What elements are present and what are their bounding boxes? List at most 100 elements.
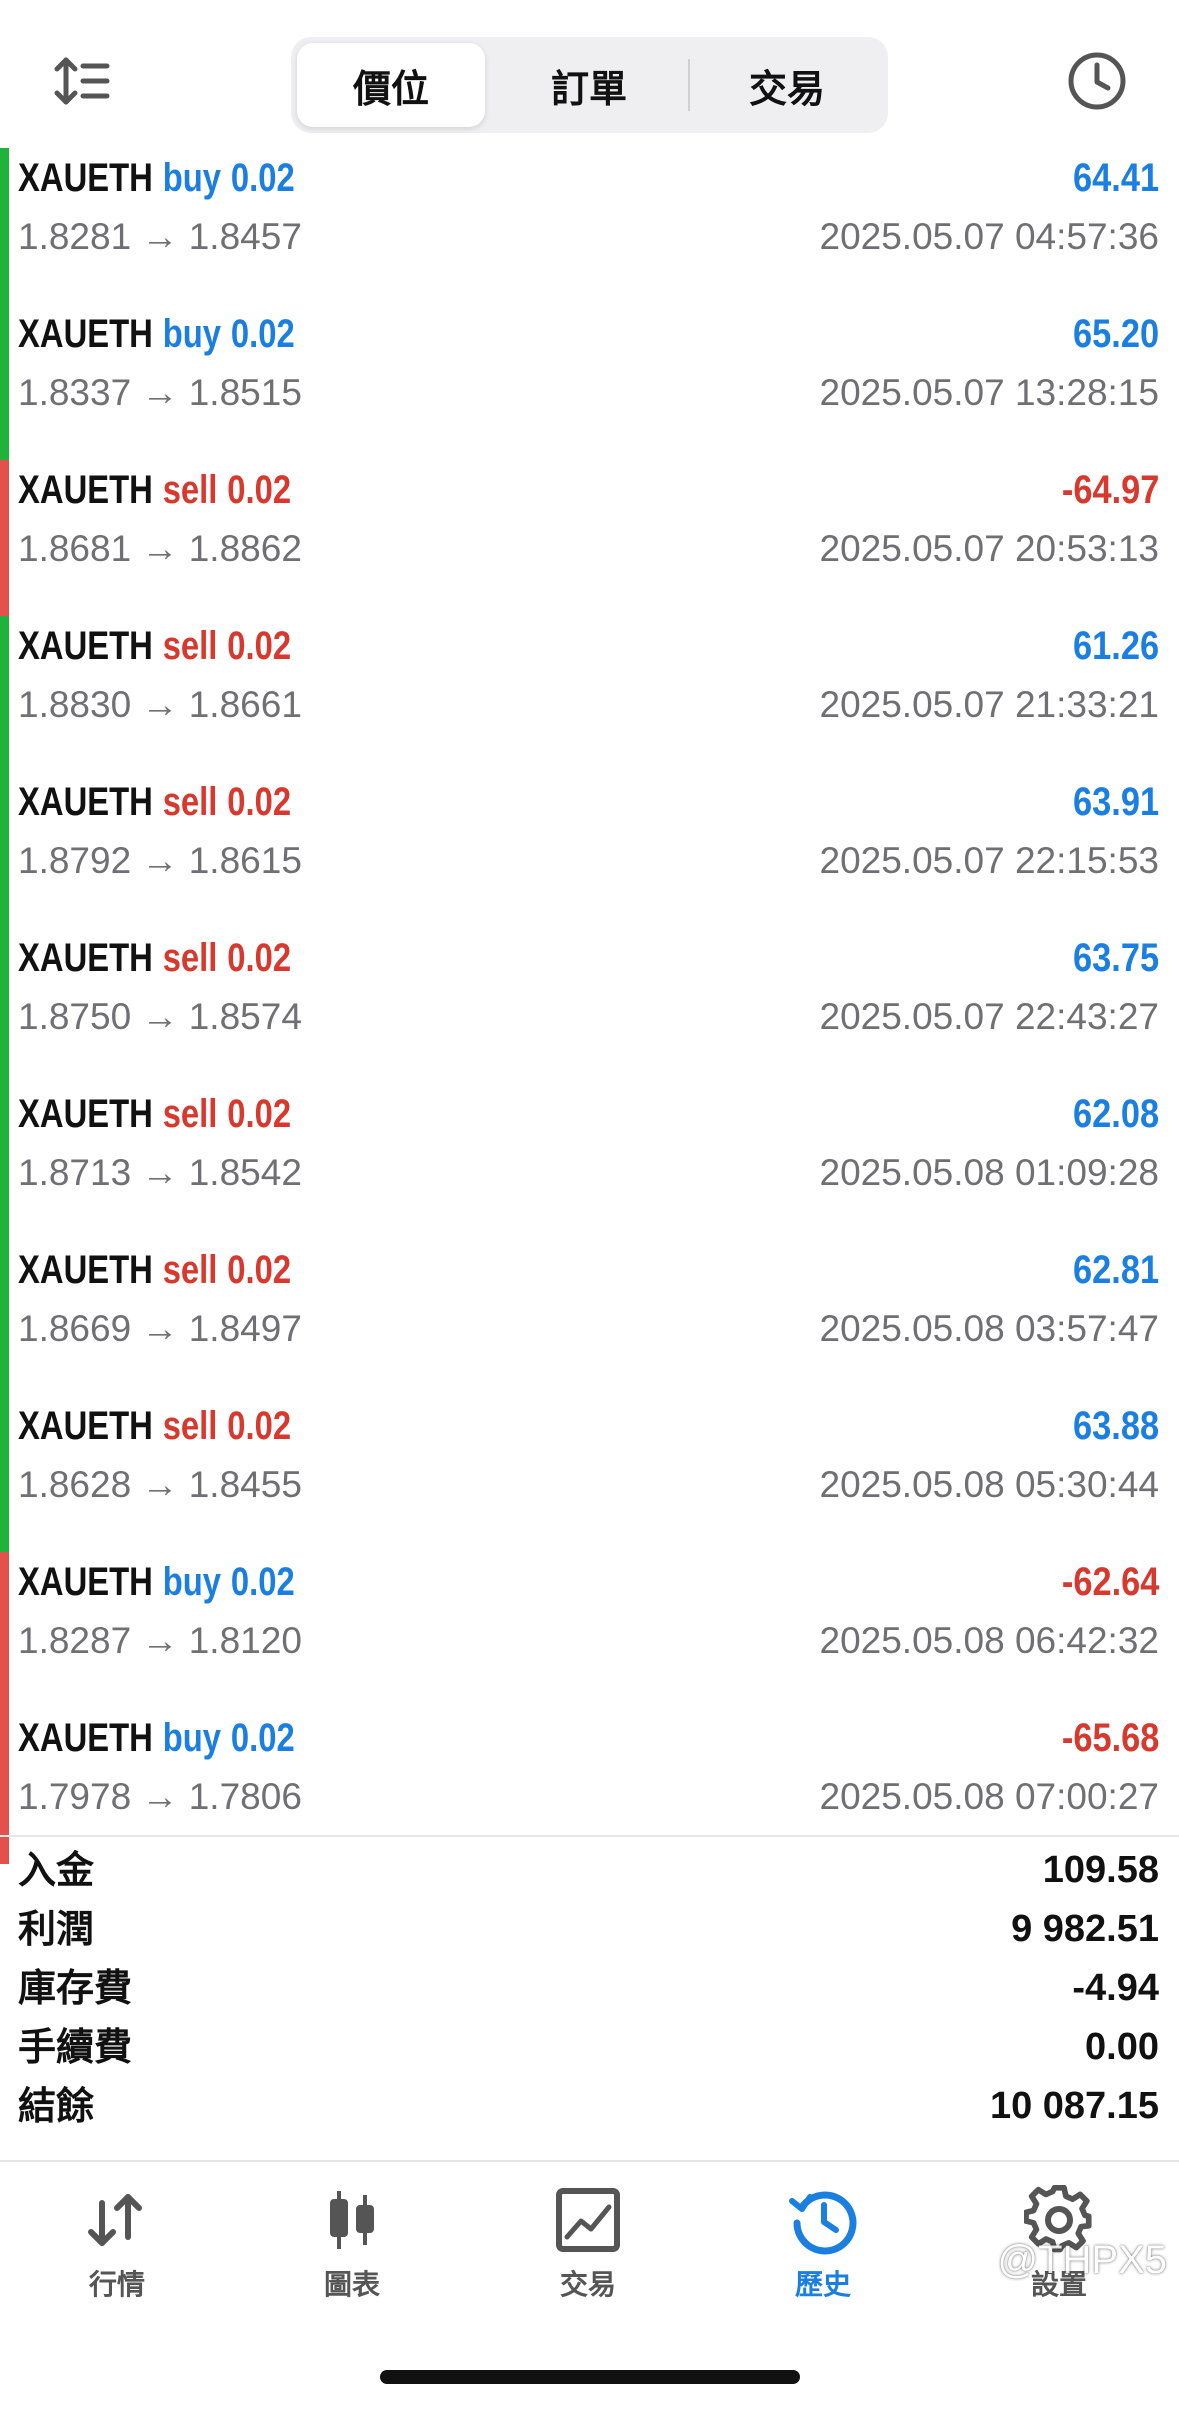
deal-row[interactable]: XAUETH sell 0.02 62.81 1.8669 → 1.8497 2025.0… xyxy=(0,1240,1179,1396)
tab-quotes[interactable]: 行情 xyxy=(37,2185,197,2305)
deal-prices: 1.8628 → 1.8455 xyxy=(18,1458,302,1512)
history-mode-segmented-control: 價位 訂單 交易 xyxy=(291,37,888,133)
summary-label: 結餘 xyxy=(18,2084,95,2128)
tab-positions[interactable]: 價位 xyxy=(297,43,485,127)
summary-label: 庫存費 xyxy=(18,1966,133,2010)
deal-type: sell xyxy=(162,468,218,512)
tab-label: 歷史 xyxy=(794,2268,851,2301)
deal-row[interactable]: XAUETH sell 0.02 -64.97 1.8681 → 1.8862 2025.… xyxy=(0,460,1179,616)
sort-button[interactable] xyxy=(52,52,112,112)
deal-title: XAUETH sell 0.02 xyxy=(18,928,291,988)
arrow-icon: → xyxy=(141,216,179,257)
arrow-icon: → xyxy=(141,1620,179,1661)
home-indicator xyxy=(380,2370,800,2384)
deal-title: XAUETH buy 0.02 xyxy=(18,148,295,208)
close-price: 1.8615 xyxy=(188,840,302,881)
arrow-icon: → xyxy=(141,840,179,881)
period-button[interactable] xyxy=(1066,50,1128,112)
account-summary: 入金 109.58 利潤 9 982.51 庫存費 -4.94 手續費 0.00… xyxy=(0,1841,1179,2136)
deal-time: 2025.05.08 06:42:32 xyxy=(819,1620,1160,1661)
deal-time: 2025.05.08 01:09:28 xyxy=(819,1152,1160,1193)
close-price: 1.8574 xyxy=(188,996,302,1037)
deal-profit: 62.08 xyxy=(1072,1092,1159,1136)
deal-title: XAUETH sell 0.02 xyxy=(18,772,291,832)
deal-row[interactable]: XAUETH sell 0.02 61.26 1.8830 → 1.8661 2025.0… xyxy=(0,616,1179,772)
deal-symbol: XAUETH xyxy=(18,156,153,200)
close-price: 1.8497 xyxy=(188,1308,302,1349)
deal-row[interactable]: XAUETH sell 0.02 63.91 1.8792 → 1.8615 2025.0… xyxy=(0,772,1179,928)
tab-deals[interactable]: 交易 xyxy=(693,43,881,127)
summary-label: 手續費 xyxy=(18,2025,133,2069)
deal-row[interactable]: XAUETH buy 0.02 65.20 1.8337 → 1.8515 2025.05… xyxy=(0,304,1179,460)
deal-symbol: XAUETH xyxy=(18,1560,153,1604)
deal-row[interactable]: XAUETH buy 0.02 64.41 1.8281 → 1.8457 2025.05… xyxy=(0,148,1179,304)
close-price: 1.8515 xyxy=(188,372,302,413)
deal-time: 2025.05.07 21:33:21 xyxy=(819,684,1160,725)
deal-volume: 0.02 xyxy=(227,624,292,668)
deal-row[interactable]: XAUETH sell 0.02 63.75 1.8750 → 1.8574 2025.0… xyxy=(0,928,1179,1084)
deal-row[interactable]: XAUETH sell 0.02 62.08 1.8713 → 1.8542 2025.0… xyxy=(0,1084,1179,1240)
result-indicator-bar xyxy=(0,928,9,1084)
deal-symbol: XAUETH xyxy=(18,1404,153,1448)
deal-type: sell xyxy=(162,936,218,980)
close-price: 1.8542 xyxy=(188,1152,302,1193)
deal-time: 2025.05.07 20:53:13 xyxy=(819,528,1160,569)
open-price: 1.8287 xyxy=(18,1620,132,1661)
deal-profit: 62.81 xyxy=(1072,1248,1159,1292)
deal-type: sell xyxy=(162,1092,218,1136)
deal-volume: 0.02 xyxy=(227,1404,292,1448)
deal-title: XAUETH buy 0.02 xyxy=(18,1708,295,1768)
arrow-icon: → xyxy=(141,1152,179,1193)
open-price: 1.8337 xyxy=(18,372,132,413)
deal-prices: 1.7978 → 1.7806 xyxy=(18,1770,302,1824)
result-indicator-bar xyxy=(0,148,9,304)
deal-profit: 64.41 xyxy=(1072,156,1159,200)
deal-volume: 0.02 xyxy=(227,780,292,824)
deal-prices: 1.8287 → 1.8120 xyxy=(18,1614,302,1668)
summary-row-deposit: 入金 109.58 xyxy=(0,1841,1179,1900)
deal-time: 2025.05.07 13:28:15 xyxy=(819,372,1160,413)
summary-label: 利潤 xyxy=(18,1907,95,1951)
deal-profit: -65.68 xyxy=(1061,1716,1159,1760)
deal-type: sell xyxy=(162,624,218,668)
deal-row[interactable]: XAUETH sell 0.02 63.88 1.8628 → 1.8455 2025.0… xyxy=(0,1396,1179,1552)
deal-volume: 0.02 xyxy=(230,156,295,200)
deal-type: buy xyxy=(162,1716,222,1760)
tab-orders[interactable]: 訂單 xyxy=(495,43,683,127)
deal-symbol: XAUETH xyxy=(18,624,153,668)
deal-volume: 0.02 xyxy=(230,312,295,356)
tab-chart[interactable]: 圖表 xyxy=(272,2185,432,2305)
clock-icon xyxy=(1068,52,1126,110)
top-toolbar: 價位 訂單 交易 xyxy=(0,0,1179,148)
close-price: 1.8661 xyxy=(188,684,302,725)
deal-symbol: XAUETH xyxy=(18,468,153,512)
watermark: @THPX5 xyxy=(997,2238,1167,2282)
deal-prices: 1.8337 → 1.8515 xyxy=(18,366,302,420)
result-indicator-bar xyxy=(0,304,9,460)
open-price: 1.8628 xyxy=(18,1464,132,1505)
deal-volume: 0.02 xyxy=(230,1716,295,1760)
result-indicator-bar xyxy=(0,772,9,928)
deal-type: sell xyxy=(162,1404,218,1448)
tab-trade[interactable]: 交易 xyxy=(508,2185,668,2305)
tabbar-divider xyxy=(0,2160,1179,2162)
tab-history[interactable]: 歷史 xyxy=(743,2185,903,2305)
deal-prices: 1.8669 → 1.8497 xyxy=(18,1302,302,1356)
deal-profit: 63.88 xyxy=(1072,1404,1159,1448)
close-price: 1.8120 xyxy=(188,1620,302,1661)
deal-type: sell xyxy=(162,1248,218,1292)
tab-label: 行情 xyxy=(88,2268,145,2301)
deal-row[interactable]: XAUETH buy 0.02 -62.64 1.8287 → 1.8120 2025.0… xyxy=(0,1552,1179,1708)
deal-volume: 0.02 xyxy=(227,936,292,980)
open-price: 1.8830 xyxy=(18,684,132,725)
open-price: 1.8713 xyxy=(18,1152,132,1193)
result-indicator-bar xyxy=(0,616,9,772)
result-indicator-bar xyxy=(0,1396,9,1552)
open-price: 1.8681 xyxy=(18,528,132,569)
deal-time: 2025.05.07 04:57:36 xyxy=(819,216,1160,257)
deal-profit: 63.91 xyxy=(1072,780,1159,824)
result-indicator-bar xyxy=(0,1240,9,1396)
deal-symbol: XAUETH xyxy=(18,1716,153,1760)
deal-time: 2025.05.07 22:15:53 xyxy=(819,840,1160,881)
deal-title: XAUETH sell 0.02 xyxy=(18,1084,291,1144)
